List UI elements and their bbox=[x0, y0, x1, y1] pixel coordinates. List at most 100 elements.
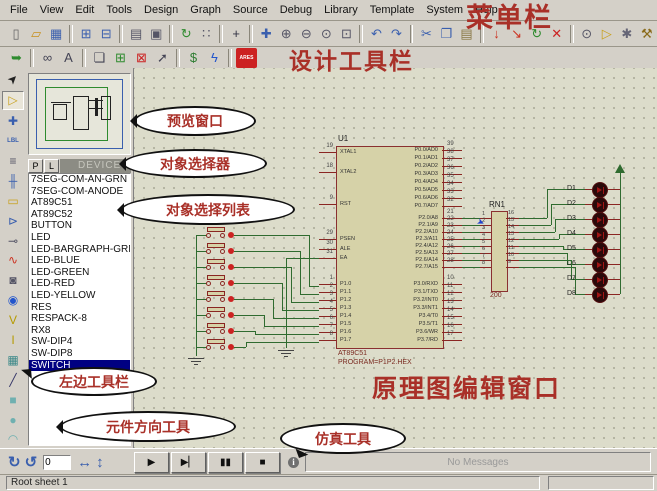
menu-view[interactable]: View bbox=[34, 3, 70, 17]
block-move-icon[interactable]: ↘ bbox=[508, 25, 526, 43]
2d-box-mode-icon[interactable]: ■ bbox=[3, 391, 23, 408]
mirror-vertical-icon[interactable]: ↕ bbox=[96, 454, 104, 471]
zoom-all-icon[interactable]: ⊙ bbox=[317, 25, 335, 43]
menu-library[interactable]: Library bbox=[318, 3, 364, 17]
block-copy-icon[interactable]: ↓ bbox=[488, 25, 506, 43]
led-d3[interactable] bbox=[592, 212, 608, 228]
redo-icon[interactable]: ↷ bbox=[387, 25, 405, 43]
device-item[interactable]: LED-YELLOW bbox=[29, 290, 130, 302]
device-item[interactable]: 7SEG-COM-ANODE bbox=[29, 186, 130, 198]
push-button[interactable] bbox=[207, 259, 225, 264]
rotation-angle-input[interactable] bbox=[43, 455, 71, 470]
stop-button[interactable]: ■ bbox=[245, 452, 280, 473]
menu-tools[interactable]: Tools bbox=[100, 3, 138, 17]
push-button[interactable] bbox=[207, 291, 225, 296]
selection-mode-icon[interactable]: ➤ bbox=[0, 66, 26, 92]
led-d2[interactable] bbox=[592, 197, 608, 213]
paste-icon[interactable]: ▤ bbox=[458, 25, 476, 43]
power-terminal[interactable] bbox=[615, 164, 625, 173]
2d-circle-mode-icon[interactable]: ● bbox=[3, 411, 23, 428]
make-device-icon[interactable]: ▷ bbox=[598, 25, 616, 43]
component-mode-icon[interactable]: ▷ bbox=[2, 91, 24, 110]
current-probe-mode-icon[interactable]: I bbox=[3, 332, 23, 349]
device-item[interactable]: LED bbox=[29, 232, 130, 244]
preview-window[interactable] bbox=[28, 73, 131, 155]
cut-icon[interactable]: ✂ bbox=[417, 25, 435, 43]
terminals-mode-icon[interactable]: ⊳ bbox=[3, 212, 23, 229]
device-item[interactable]: SW-DIP8 bbox=[29, 348, 130, 360]
device-item[interactable]: 7SEG-COM-AN-GRN bbox=[29, 174, 130, 186]
device-item[interactable]: RES bbox=[29, 302, 130, 314]
pan-icon[interactable]: ✚ bbox=[257, 25, 275, 43]
push-button[interactable] bbox=[207, 307, 225, 312]
2d-arc-mode-icon[interactable]: ◠ bbox=[3, 431, 23, 448]
led-d6[interactable] bbox=[592, 257, 608, 273]
menu-file[interactable]: File bbox=[4, 3, 34, 17]
led-d8[interactable] bbox=[592, 287, 608, 303]
tape-recorder-mode-icon[interactable]: ◙ bbox=[3, 272, 23, 289]
zoom-area-icon[interactable]: ⊡ bbox=[337, 25, 355, 43]
remove-sheet-icon[interactable]: ⊠ bbox=[132, 49, 151, 67]
2d-line-mode-icon[interactable]: ╱ bbox=[3, 371, 23, 388]
led-d5[interactable] bbox=[592, 242, 608, 258]
rotate-clockwise-icon[interactable]: ↻ bbox=[8, 453, 21, 471]
pick-devices-button[interactable]: P bbox=[28, 159, 43, 173]
packaging-tool-icon[interactable]: ✱ bbox=[618, 25, 636, 43]
led-d4[interactable] bbox=[592, 227, 608, 243]
wire-autoroute-icon[interactable]: ➥ bbox=[7, 49, 26, 67]
generator-mode-icon[interactable]: ◉ bbox=[3, 292, 23, 309]
decompose-icon[interactable]: ⚒ bbox=[638, 25, 656, 43]
device-item[interactable]: RX8 bbox=[29, 325, 130, 337]
open-file-icon[interactable]: ▱ bbox=[27, 25, 45, 43]
push-button[interactable] bbox=[207, 323, 225, 328]
netlist-to-ares-icon[interactable]: ARES bbox=[236, 48, 257, 68]
play-button[interactable]: ▶ bbox=[134, 452, 169, 473]
menu-help[interactable]: Help bbox=[469, 3, 504, 17]
buses-mode-icon[interactable]: ╫ bbox=[3, 172, 23, 189]
pick-parts-icon[interactable]: ⊙ bbox=[578, 25, 596, 43]
rotate-anticlockwise-icon[interactable]: ↺ bbox=[25, 453, 38, 471]
new-file-icon[interactable]: ▯ bbox=[7, 25, 25, 43]
device-item[interactable]: RESPACK-8 bbox=[29, 313, 130, 325]
block-rotate-icon[interactable]: ↻ bbox=[528, 25, 546, 43]
redraw-icon[interactable]: ↻ bbox=[177, 25, 195, 43]
device-item[interactable]: LED-RED bbox=[29, 278, 130, 290]
menu-system[interactable]: System bbox=[420, 3, 469, 17]
text-script-mode-icon[interactable]: ≡ bbox=[3, 153, 23, 170]
menu-edit[interactable]: Edit bbox=[69, 3, 100, 17]
menu-debug[interactable]: Debug bbox=[274, 3, 318, 17]
print-icon[interactable]: ▤ bbox=[127, 25, 145, 43]
menu-graph[interactable]: Graph bbox=[184, 3, 227, 17]
pause-button[interactable]: ▮▮ bbox=[208, 452, 243, 473]
push-button[interactable] bbox=[207, 339, 225, 344]
device-item[interactable]: LED-BLUE bbox=[29, 255, 130, 267]
search-tag-icon[interactable]: ∞ bbox=[38, 49, 57, 67]
push-button[interactable] bbox=[207, 275, 225, 280]
new-sheet-icon[interactable]: ⊞ bbox=[111, 49, 130, 67]
device-item[interactable]: BUTTON bbox=[29, 220, 130, 232]
save-file-icon[interactable]: ▦ bbox=[47, 25, 65, 43]
zoom-out-icon[interactable]: ⊖ bbox=[297, 25, 315, 43]
goto-sheet-icon[interactable]: ➚ bbox=[153, 49, 172, 67]
device-item[interactable]: LED-GREEN bbox=[29, 267, 130, 279]
bill-of-materials-icon[interactable]: $ bbox=[184, 49, 203, 67]
device-item[interactable]: LED-BARGRAPH-GRN bbox=[29, 244, 130, 256]
block-delete-icon[interactable]: ✕ bbox=[548, 25, 566, 43]
step-button[interactable]: ▶▏ bbox=[171, 452, 206, 473]
virtual-instruments-mode-icon[interactable]: ▦ bbox=[3, 351, 23, 368]
mark-output-area-icon[interactable]: ▣ bbox=[147, 25, 165, 43]
electrical-rule-check-icon[interactable]: ϟ bbox=[205, 49, 224, 67]
subcircuit-mode-icon[interactable]: ▭ bbox=[3, 192, 23, 209]
undo-icon[interactable]: ↶ bbox=[367, 25, 385, 43]
property-assignment-icon[interactable]: A bbox=[59, 49, 78, 67]
device-item[interactable]: SW-DIP4 bbox=[29, 336, 130, 348]
false-origin-icon[interactable]: + bbox=[227, 25, 245, 43]
zoom-in-icon[interactable]: ⊕ bbox=[277, 25, 295, 43]
wire-label-mode-icon[interactable]: LBL bbox=[3, 133, 23, 150]
junction-dot-mode-icon[interactable]: ✚ bbox=[3, 113, 23, 130]
push-button[interactable] bbox=[207, 227, 225, 232]
resistor-network-rn1[interactable] bbox=[491, 211, 508, 292]
mirror-horizontal-icon[interactable]: ↔ bbox=[77, 454, 92, 471]
led-d7[interactable] bbox=[592, 272, 608, 288]
graph-mode-icon[interactable]: ∿ bbox=[3, 252, 23, 269]
